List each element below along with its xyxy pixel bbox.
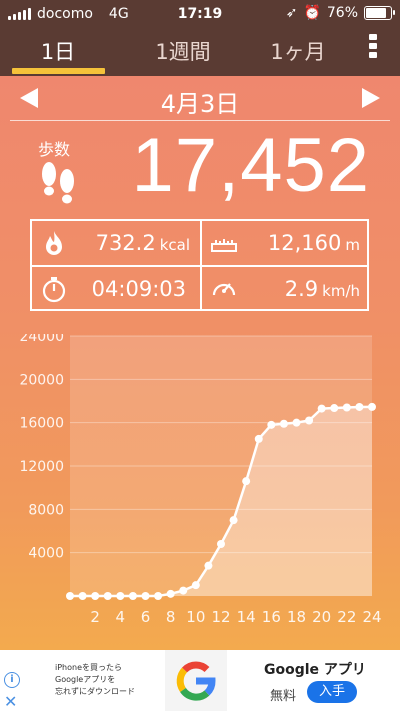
battery-percent: 76% [326, 5, 358, 21]
next-day-arrow-icon[interactable] [362, 88, 380, 108]
footprints-icon [42, 162, 74, 204]
distance-unit: m [345, 236, 360, 254]
speedometer-icon [212, 283, 236, 296]
active-tab-indicator [12, 68, 105, 74]
data-point [267, 420, 276, 429]
x-tick-label: 22 [337, 608, 356, 626]
x-tick-label: 12 [211, 608, 230, 626]
current-date: 4月3日 [160, 90, 240, 118]
y-tick-label: 16000 [19, 416, 64, 432]
alarm-icon: ⏰ [303, 5, 321, 21]
data-point [242, 477, 251, 486]
calories-value: 732.2 [95, 231, 156, 255]
data-point [78, 592, 87, 600]
x-tick-label: 2 [90, 608, 100, 626]
data-point [103, 592, 112, 600]
x-tick-label: 10 [186, 608, 205, 626]
speed-cell: 2.9 km/h [202, 267, 370, 311]
date-navigator: 4月3日 [0, 76, 400, 120]
data-point [330, 404, 339, 413]
data-point [91, 592, 100, 600]
x-tick-label: 18 [287, 608, 306, 626]
main-panel: 4月3日 歩数 17,452 732.2 kcal 12,160 m 04:09… [0, 76, 400, 650]
data-point [292, 418, 301, 427]
ad-banner[interactable]: i ✕ iPhoneを買ったら Googleアプリを 忘れずにダウンロード Go… [0, 650, 400, 711]
x-tick-label: 20 [312, 608, 331, 626]
ad-close-icon[interactable]: ✕ [4, 692, 17, 711]
data-point [342, 403, 351, 412]
data-point [204, 561, 213, 570]
speed-value: 2.9 [284, 277, 319, 301]
ruler-icon [211, 239, 237, 252]
data-point [141, 592, 150, 600]
x-tick-label: 8 [166, 608, 176, 626]
data-point [317, 404, 326, 413]
data-point [128, 592, 137, 600]
data-point [154, 592, 163, 600]
y-tick-label: 4000 [28, 546, 64, 562]
steps-label: 歩数 [38, 140, 71, 159]
speed-unit: km/h [322, 282, 360, 300]
data-point [217, 540, 225, 548]
stopwatch-icon [42, 277, 66, 303]
x-tick-label: 24 [362, 608, 381, 626]
google-logo-icon [165, 650, 227, 711]
divider [10, 120, 390, 121]
data-point [191, 581, 200, 590]
data-point [116, 592, 125, 600]
data-point [279, 419, 288, 428]
menu-icon[interactable] [369, 34, 377, 58]
flame-icon [46, 231, 62, 255]
tab-month[interactable]: 1ヶ月 [243, 36, 353, 66]
steps-count: 17,452 [131, 123, 370, 208]
ad-price: 無料 [270, 689, 297, 704]
y-tick-label: 24000 [19, 334, 64, 345]
ad-info-icon[interactable]: i [4, 672, 20, 688]
duration-cell: 04:09:03 [32, 267, 200, 311]
duration-value: 04:09:03 [91, 277, 186, 301]
distance-cell: 12,160 m [202, 221, 370, 265]
data-point [355, 402, 364, 411]
data-point [66, 592, 74, 600]
data-point [166, 589, 175, 598]
ad-get-button[interactable]: 入手 [307, 681, 357, 703]
stats-grid: 732.2 kcal 12,160 m 04:09:03 2.9 km/h [30, 219, 369, 311]
ad-text: iPhoneを買ったら Googleアプリを 忘れずにダウンロード [55, 663, 135, 696]
calories-unit: kcal [159, 236, 190, 254]
period-tabs: 1日 1週間 1ヶ月 [0, 28, 400, 76]
tab-week[interactable]: 1週間 [128, 36, 238, 66]
x-tick-label: 16 [262, 608, 281, 626]
y-tick-label: 12000 [19, 459, 64, 475]
y-tick-label: 8000 [28, 502, 64, 518]
battery-icon [364, 6, 395, 20]
data-point [179, 586, 188, 595]
distance-value: 12,160 [267, 231, 342, 255]
y-tick-label: 20000 [19, 372, 64, 388]
x-tick-label: 6 [141, 608, 151, 626]
x-tick-label: 14 [237, 608, 256, 626]
data-point [229, 516, 238, 525]
tab-day[interactable]: 1日 [3, 36, 113, 66]
data-point [254, 434, 263, 443]
ad-title: Google アプリ [264, 662, 366, 678]
data-point [368, 402, 376, 411]
status-bar: docomo 4G 17:19 ➶ ⏰ 76% [0, 0, 400, 28]
data-point [305, 416, 314, 425]
top-bar: docomo 4G 17:19 ➶ ⏰ 76% 1日 1週間 1ヶ月 [0, 0, 400, 76]
x-tick-label: 4 [116, 608, 126, 626]
location-icon: ➶ [285, 5, 298, 21]
steps-chart: 24000200001600012000800040002 4 6 8 10 12 14 16… [19, 334, 381, 626]
calories-cell: 732.2 kcal [32, 221, 200, 265]
